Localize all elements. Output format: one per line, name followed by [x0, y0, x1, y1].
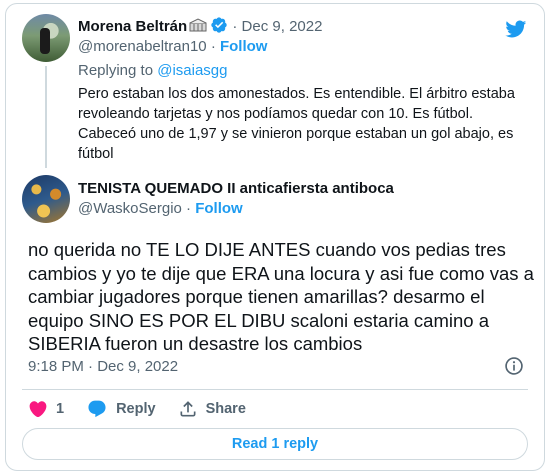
author-name[interactable]: TENISTA QUEMADO II anticafiersta antiboc… [78, 180, 394, 197]
reply-button[interactable]: Reply [86, 399, 156, 419]
share-button[interactable]: Share [178, 399, 246, 419]
separator-dot: · [210, 38, 216, 55]
replying-to-label: Replying to [78, 62, 158, 79]
thread-connector-line [45, 66, 47, 168]
reply-bubble-icon [88, 400, 106, 418]
follow-button[interactable]: Follow [195, 200, 243, 217]
parent-handle-row: @morenabeltran10 · Follow [78, 38, 267, 55]
divider [22, 389, 528, 390]
avatar[interactable] [22, 175, 70, 223]
separator-dot: · [232, 18, 238, 35]
tweet-text: no querida no TE LO DIJE ANTES cuando vo… [28, 239, 534, 354]
parent-tweet-text: Pero estaban los dos amonestados. Es ent… [78, 86, 515, 162]
like-count: 1 [56, 401, 65, 417]
share-label: Share [205, 401, 246, 417]
share-icon [180, 401, 196, 417]
tweet-timestamp[interactable]: 9:18 PM · Dec 9, 2022 [28, 358, 178, 375]
like-button[interactable]: 1 [28, 399, 64, 419]
verified-badge-icon [210, 16, 228, 38]
replying-to: Replying to @isaiasgg [78, 62, 227, 79]
follow-button[interactable]: Follow [220, 38, 268, 55]
stadium-emoji-icon [189, 17, 207, 33]
reply-label: Reply [116, 401, 156, 417]
heart-icon [29, 401, 47, 418]
author-name[interactable]: Morena Beltrán [78, 18, 187, 35]
separator-dot: · [186, 200, 192, 217]
info-icon[interactable] [504, 356, 524, 376]
replying-to-handle[interactable]: @isaiasgg [157, 62, 227, 79]
tweet-actions: 1 Reply Share [28, 398, 268, 420]
author-handle[interactable]: @WaskoSergio [78, 200, 182, 217]
parent-author-row: Morena Beltrán · Dec 9, 2022 [78, 16, 322, 38]
author-handle[interactable]: @morenabeltran10 [78, 38, 207, 55]
read-replies-button[interactable]: Read 1 reply [22, 428, 528, 460]
twitter-bird-icon[interactable] [503, 18, 528, 40]
avatar[interactable] [22, 14, 70, 62]
tweet-embed-card: Morena Beltrán · Dec 9, 2022 @morenabelt… [5, 3, 545, 471]
tweet-handle-row: @WaskoSergio · Follow [78, 200, 243, 217]
tweet-date[interactable]: Dec 9, 2022 [242, 18, 323, 35]
